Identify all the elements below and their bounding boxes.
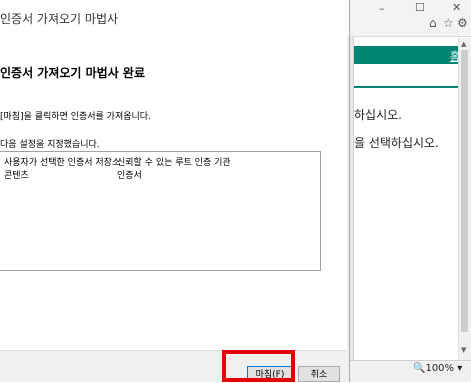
zoom-icon: 🔍: [413, 363, 426, 374]
minimize-icon[interactable]: –: [379, 2, 385, 15]
setting-key: 사용자가 선택한 인증서 저장소: [4, 158, 121, 168]
browser-toolbar: – ☐ ✕ ⌂ ☆ ⚙: [349, 0, 471, 37]
zoom-level: 100%: [425, 363, 455, 374]
status-bar: 🔍100% ▾: [349, 360, 471, 382]
vertical-scrollbar[interactable]: ▲ ▼: [458, 38, 471, 360]
settings-intro-text: 다음 설정을 지정했습니다.: [0, 140, 100, 150]
maximize-icon[interactable]: ☐: [415, 1, 425, 14]
header-divider: [354, 86, 466, 88]
page-text-line-2: 을 선택하십시오.: [354, 136, 439, 150]
certificate-import-wizard: 인증서 가져오기 마법사 인증서 가져오기 마법사 완료 [마침]을 클릭하면 …: [0, 0, 350, 382]
chevron-down-icon: ▾: [457, 363, 463, 374]
dialog-title: 인증서 가져오기 마법사: [0, 12, 119, 26]
page-header-bar: 홈: [354, 46, 466, 64]
setting-value: 신뢰할 수 있는 루트 인증 기관: [117, 158, 231, 168]
cancel-button[interactable]: 취소: [298, 366, 340, 382]
wizard-content: 인증서 가져오기 마법사 완료 [마침]을 클릭하면 인증서를 가져옵니다. 다…: [0, 36, 347, 350]
instruction-text: [마침]을 클릭하면 인증서를 가져옵니다.: [0, 112, 151, 122]
finish-button-highlight: [222, 350, 295, 382]
setting-key: 콘텐츠: [4, 171, 29, 181]
settings-icon[interactable]: ⚙: [457, 16, 468, 30]
close-icon[interactable]: ✕: [452, 1, 461, 14]
favorites-icon[interactable]: ☆: [443, 16, 454, 30]
dialog-titlebar: 인증서 가져오기 마법사: [0, 0, 349, 36]
scroll-down-icon[interactable]: ▼: [461, 346, 466, 354]
page-title: 인증서 가져오기 마법사 완료: [0, 66, 146, 80]
scroll-thumb[interactable]: [461, 50, 468, 332]
setting-value: 인증서: [117, 171, 142, 181]
zoom-control[interactable]: 🔍100% ▾: [413, 363, 462, 374]
home-icon[interactable]: ⌂: [429, 16, 437, 30]
settings-list[interactable]: 사용자가 선택한 인증서 저장소 신뢰할 수 있는 루트 인증 기관 콘텐츠 인…: [0, 151, 321, 271]
page-text-line-1: 하십시오.: [354, 108, 402, 122]
browser-window: – ☐ ✕ ⌂ ☆ ⚙ 홈 하십시오. 을 선택하십시오. ▲ ▼ 🔍100% …: [349, 0, 471, 382]
scroll-up-icon[interactable]: ▲: [461, 40, 466, 48]
